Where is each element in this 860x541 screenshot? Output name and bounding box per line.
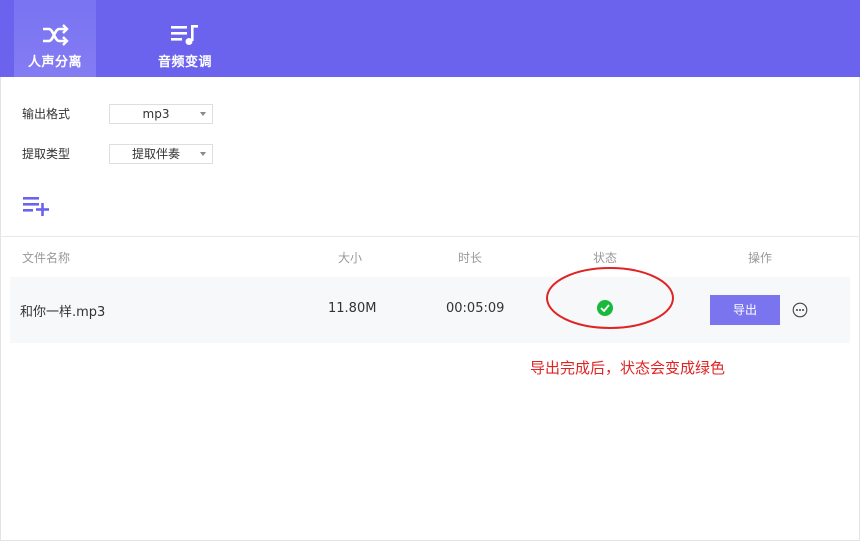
music-list-icon [170,22,200,48]
format-select-value: mp3 [142,107,170,121]
shuffle-icon [41,22,69,48]
file-name: 和你一样.mp3 [20,305,106,320]
tab-label: 音频变调 [157,55,212,70]
format-label: 输出格式 [22,107,71,121]
tab-label: 人声分离 [27,55,82,70]
file-size: 11.80M [328,301,377,316]
tab-vocal-separation[interactable]: 人声分离 [14,0,96,77]
column-header-action: 操作 [748,251,773,265]
more-icon[interactable] [792,302,808,322]
file-duration: 00:05:09 [446,301,505,316]
annotation-text: 导出完成后，状态会变成绿色 [530,359,726,377]
annotation-ellipse [546,267,674,329]
add-list-icon[interactable] [22,195,52,221]
format-select[interactable]: mp3 [109,104,213,124]
column-header-name: 文件名称 [22,251,71,265]
type-select-value: 提取伴奏 [131,147,180,161]
column-header-duration: 时长 [458,251,483,265]
top-toolbar: 人声分离 音频变调 [0,0,860,77]
chevron-down-icon [200,152,206,156]
type-label: 提取类型 [22,147,71,161]
chevron-down-icon [200,112,206,116]
export-button[interactable]: 导出 [710,295,780,325]
type-select[interactable]: 提取伴奏 [109,144,213,164]
divider [0,236,860,237]
column-header-size: 大小 [338,251,363,265]
tab-pitch-shift[interactable]: 音频变调 [144,0,226,77]
